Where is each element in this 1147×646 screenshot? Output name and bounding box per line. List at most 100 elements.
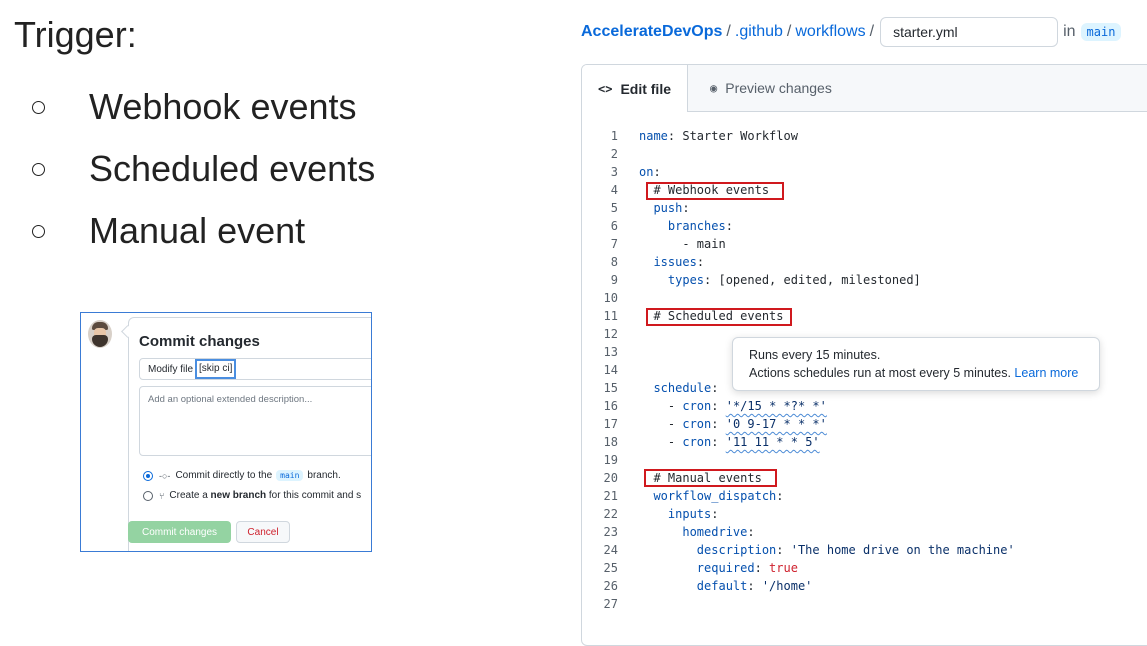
option-text: Create a — [169, 490, 208, 501]
line-number: 16 — [603, 399, 618, 413]
option-bold-text: new branch — [210, 490, 267, 501]
commit-message-text: Modify file — [148, 363, 194, 375]
line-content[interactable]: description: 'The home drive on the mach… — [639, 541, 1015, 559]
editor-tabbar: <> Edit file ◉ Preview changes — [582, 65, 1147, 112]
line-number: 26 — [603, 579, 618, 593]
line-number: 13 — [603, 345, 618, 359]
code-icon: <> — [597, 81, 613, 96]
pull-request-icon: ⑂ — [159, 490, 165, 501]
line-number: 15 — [603, 381, 618, 395]
tab-label: Preview changes — [725, 80, 832, 96]
line-content[interactable]: inputs: — [639, 505, 719, 523]
line-number: 24 — [603, 543, 618, 557]
breadcrumb-separator: / — [786, 23, 792, 40]
line-number: 7 — [610, 237, 618, 251]
line-number: 23 — [603, 525, 618, 539]
line-content[interactable]: - cron: '*/15 * *?* *' — [639, 397, 827, 415]
avatar — [88, 320, 112, 348]
branch-pill: main — [276, 470, 304, 481]
bullet-item: Scheduled events — [28, 138, 375, 200]
breadcrumb-workflows-link[interactable]: workflows — [795, 23, 865, 41]
line-content[interactable]: - cron: '0 9-17 * * *' — [639, 415, 827, 433]
option-text: Commit directly to the — [175, 470, 273, 481]
line-content[interactable]: types: [opened, edited, milestoned] — [639, 271, 921, 289]
cancel-button[interactable]: Cancel — [236, 521, 290, 543]
highlight-scheduled-events — [646, 308, 792, 326]
commit-message-input[interactable]: Modify file [skip ci] — [139, 358, 371, 380]
breadcrumb-repo-link[interactable]: AccelerateDevOps — [581, 23, 722, 41]
slide-title: Trigger: — [14, 14, 137, 55]
line-content[interactable]: on: — [639, 163, 661, 181]
line-number: 21 — [603, 489, 618, 503]
eye-icon: ◉ — [710, 81, 718, 95]
line-content[interactable]: schedule: — [639, 379, 718, 397]
bullet-text: Webhook events — [89, 86, 357, 127]
branch-tag: main — [1080, 23, 1122, 41]
breadcrumb-separator: / — [726, 23, 731, 40]
line-number: 1 — [610, 129, 618, 143]
commit-title: Commit changes — [139, 333, 260, 350]
line-content[interactable]: - main — [639, 235, 725, 253]
new-branch-option[interactable]: ⑂ Create a new branch for this commit an… — [143, 490, 361, 501]
bullet-text: Scheduled events — [89, 148, 376, 189]
line-number: 22 — [603, 507, 618, 521]
line-number: 14 — [603, 363, 618, 377]
line-number: 19 — [603, 453, 618, 467]
bullet-item: Manual event — [28, 200, 375, 262]
radio-selected-icon[interactable] — [143, 470, 153, 481]
line-content[interactable]: name: Starter Workflow — [639, 127, 798, 145]
cron-tooltip: Runs every 15 minutes. Actions schedules… — [732, 337, 1100, 391]
commit-changes-button[interactable]: Commit changes — [128, 521, 231, 543]
line-content[interactable]: - cron: '11 11 * * 5' — [639, 433, 820, 451]
line-number: 25 — [603, 561, 618, 575]
bullet-list: Webhook events Scheduled events Manual e… — [28, 76, 375, 262]
line-number: 20 — [603, 471, 618, 485]
radio-icon[interactable] — [143, 490, 153, 501]
commit-icon: -○- — [159, 470, 171, 481]
line-number: 17 — [603, 417, 618, 431]
filename-input[interactable]: starter.yml — [880, 17, 1059, 47]
tooltip-line: Runs every 15 minutes. — [749, 348, 881, 362]
breadcrumb: AccelerateDevOps / .github / workflows /… — [581, 17, 1122, 47]
line-content[interactable]: default: '/home' — [639, 577, 813, 595]
line-number: 2 — [610, 147, 618, 161]
line-number: 6 — [610, 219, 618, 233]
highlight-webhook-events — [646, 182, 784, 200]
line-number: 4 — [610, 183, 618, 197]
line-content[interactable]: homedrive: — [639, 523, 754, 541]
option-text: for this commit and s — [268, 490, 362, 501]
bullet-item: Webhook events — [28, 76, 375, 138]
tooltip-line: Actions schedules run at most every 5 mi… — [749, 366, 1011, 380]
commit-dialog: Commit changes Modify file [skip ci] Add… — [80, 312, 372, 552]
line-content[interactable]: push: — [639, 199, 689, 217]
commit-direct-option[interactable]: -○- Commit directly to the main branch. — [143, 470, 341, 481]
line-content[interactable]: required: true — [639, 559, 798, 577]
option-text: branch. — [307, 470, 341, 481]
line-number: 5 — [610, 201, 618, 215]
line-number: 27 — [603, 597, 618, 611]
line-content[interactable]: branches: — [639, 217, 733, 235]
line-number: 10 — [603, 291, 618, 305]
tab-edit-file[interactable]: <> Edit file — [582, 65, 688, 112]
line-number: 18 — [603, 435, 618, 449]
bullet-text: Manual event — [89, 210, 306, 251]
commit-description-field[interactable]: Add an optional extended description... — [139, 386, 371, 456]
line-number: 9 — [610, 273, 618, 287]
bullet-circle-icon — [32, 162, 45, 176]
line-content[interactable]: workflow_dispatch: — [639, 487, 783, 505]
line-number: 12 — [603, 327, 618, 341]
line-number: 3 — [610, 165, 618, 179]
bullet-circle-icon — [32, 100, 45, 114]
skip-ci-highlight: [skip ci] — [195, 359, 237, 379]
learn-more-link[interactable]: Learn more — [1014, 366, 1078, 380]
breadcrumb-separator: / — [869, 23, 875, 40]
line-number: 8 — [610, 255, 618, 269]
tab-label: Edit file — [620, 80, 671, 97]
highlight-manual-events — [644, 469, 777, 487]
tab-preview-changes[interactable]: ◉ Preview changes — [710, 65, 832, 111]
in-label: in — [1063, 23, 1076, 40]
bullet-circle-icon — [32, 224, 45, 238]
line-number: 11 — [603, 309, 618, 323]
line-content[interactable]: issues: — [639, 253, 704, 271]
breadcrumb-github-link[interactable]: .github — [735, 23, 783, 41]
